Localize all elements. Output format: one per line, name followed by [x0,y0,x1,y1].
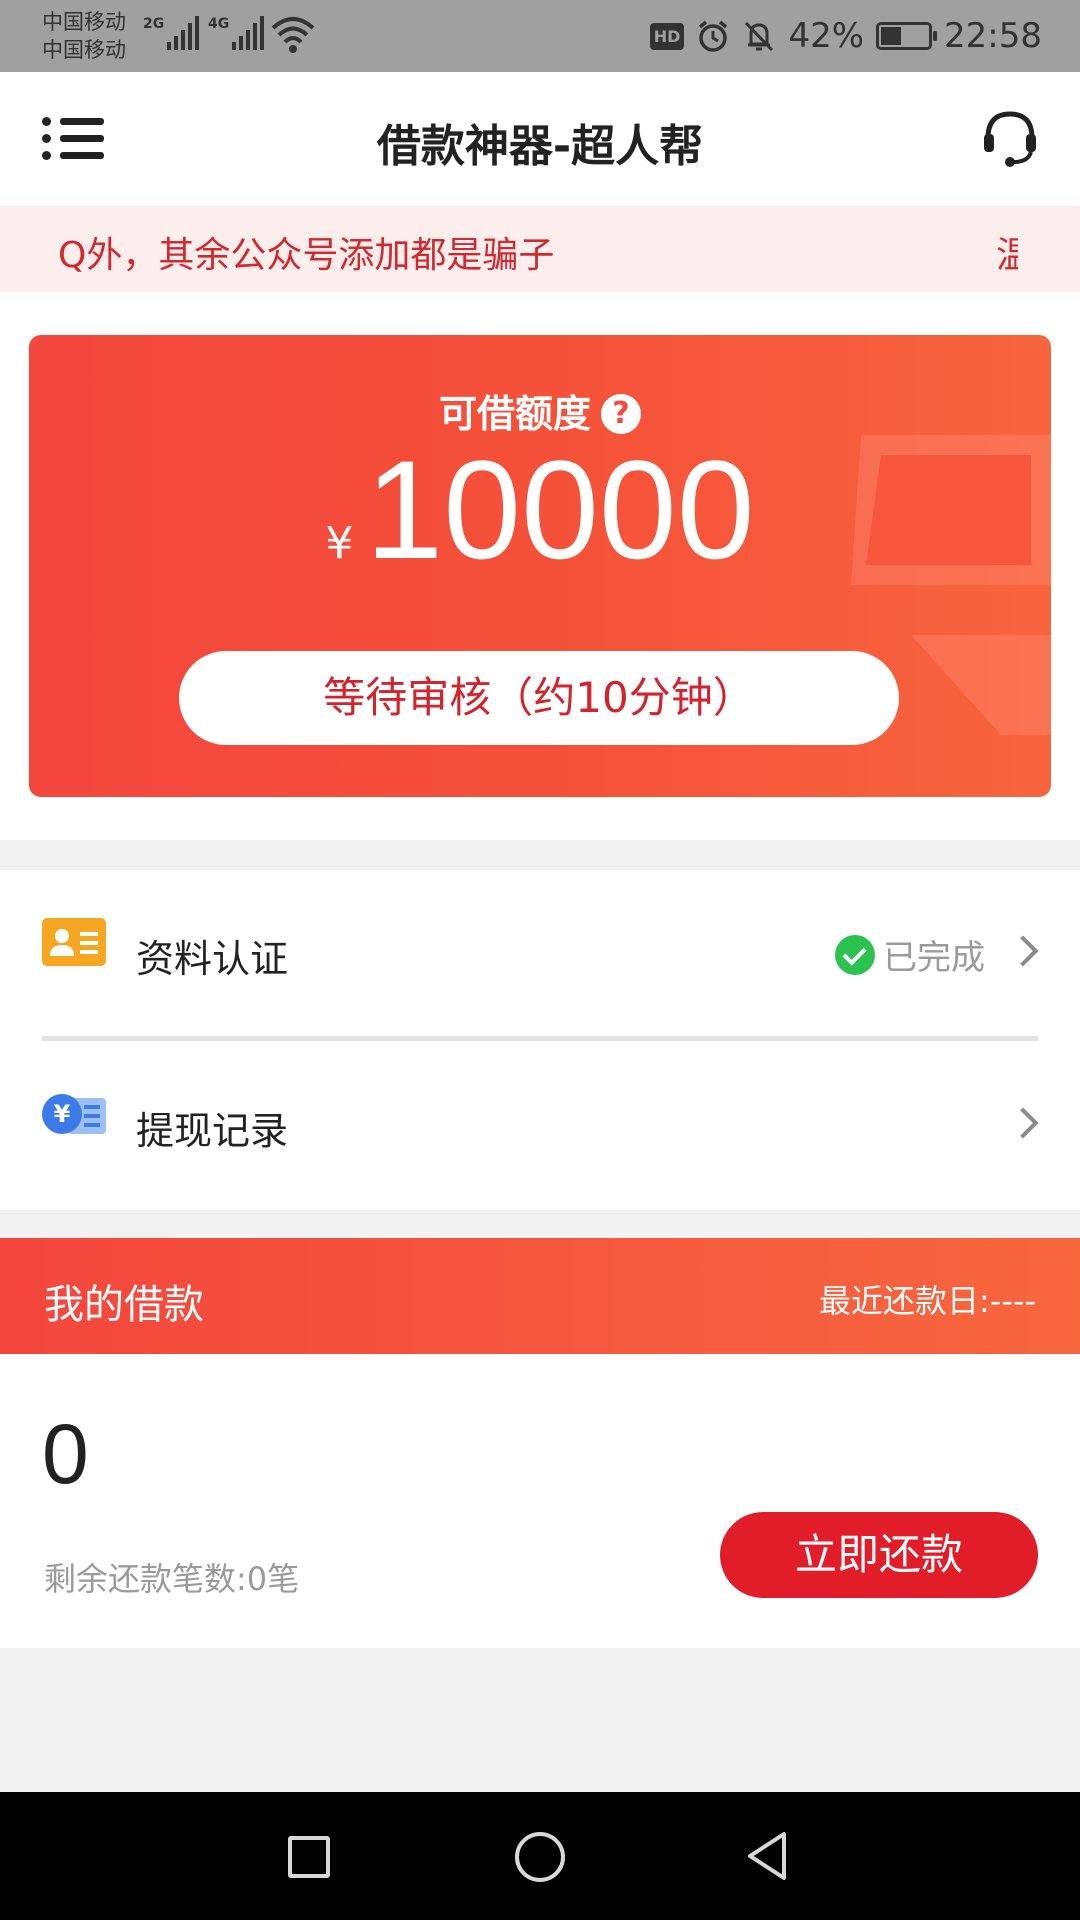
menu-list: 资料认证 已完成 ¥ 提现记录 [0,870,1080,1210]
signal-2g-icon: 2G [143,16,200,50]
amount-value: 10000 [365,431,755,588]
list-item-verification[interactable]: 资料认证 已完成 [0,870,1080,1036]
status-bar: 中国移动 中国移动 2G 4G HD 42% 22:58 [0,0,1080,72]
currency-symbol: ¥ [325,518,354,569]
review-status-button[interactable]: 等待审核（约10分钟） [179,651,899,745]
notice-text: Q外，其余公众号添加都是骗子 [58,235,555,276]
help-icon[interactable]: ? [601,393,641,434]
battery-percent: 42% [788,16,865,56]
system-nav-bar [0,1792,1080,1920]
status-text: 已完成 [883,938,985,978]
list-item-label: 提现记录 [136,1109,289,1153]
repay-now-button[interactable]: 立即还款 [720,1512,1038,1598]
svg-text:¥: ¥ [54,1100,71,1128]
carrier-2: 中国移动 [42,38,126,62]
divider [42,1036,1038,1041]
next-due-date: 最近还款日:---- [819,1282,1036,1320]
nav-back-icon[interactable] [744,1830,790,1882]
alarm-icon [699,20,728,52]
loan-amount: 0 [42,1407,89,1501]
limit-amount: ¥10000 [29,435,1051,585]
credit-section: 可借额度? ¥10000 等待审核（约10分钟） [0,292,1080,840]
chevron-right-icon [1007,935,1039,967]
signal-4g-icon: 4G [208,16,265,50]
carrier-1: 中国移动 [42,10,126,34]
wifi-icon [271,17,315,53]
net-type-1: 2G [143,16,165,32]
carrier-labels: 中国移动 中国移动 [42,8,126,64]
credit-limit-card: 可借额度? ¥10000 等待审核（约10分钟） [29,335,1051,797]
page-title: 借款神器-超人帮 [376,121,704,172]
notice-marquee[interactable]: Q外，其余公众号添加都是骗子 温 [0,206,1080,292]
check-icon [835,934,875,975]
list-item-label: 资料认证 [136,937,289,981]
my-loans-title: 我的借款 [44,1282,204,1328]
chevron-right-icon [1007,1107,1039,1139]
my-loans-header: 我的借款 最近还款日:---- [0,1238,1080,1354]
status-badge: 已完成 [835,930,985,979]
list-item-withdraw-records[interactable]: ¥ 提现记录 [0,1042,1080,1208]
headset-icon[interactable] [978,106,1042,170]
id-card-icon [42,918,106,966]
limit-label: 可借额度? [29,383,1051,438]
clock: 22:58 [944,16,1042,56]
app-header: 借款神器-超人帮 [0,72,1080,206]
notice-next-text: 温 [996,235,1018,276]
nav-recent-icon[interactable] [288,1836,330,1878]
status-right: HD 42% 22:58 [649,12,1042,60]
limit-label-text: 可借额度 [438,392,591,436]
nav-home-icon[interactable] [515,1832,565,1882]
hd-badge: HD [649,22,685,50]
remaining-repayments: 剩余还款笔数:0笔 [44,1560,300,1598]
battery-icon [876,22,938,50]
net-type-2: 4G [208,16,230,32]
my-loans-body: 0 剩余还款笔数:0笔 立即还款 [0,1354,1080,1648]
mute-bell-icon [745,21,774,52]
yuan-list-icon: ¥ [42,1094,106,1134]
